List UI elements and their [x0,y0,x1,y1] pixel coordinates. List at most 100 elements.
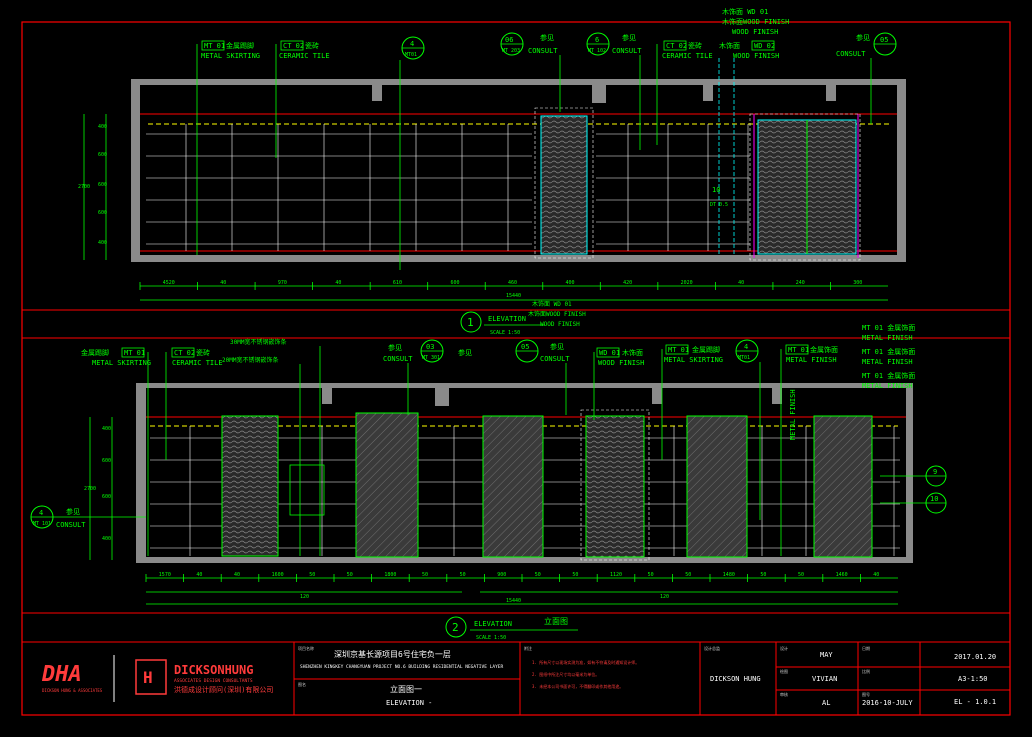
svg-text:120: 120 [300,594,309,600]
total-dim-1: 15440 [506,293,521,299]
svg-text:120: 120 [660,594,669,600]
date: 2016-10-JULY [862,699,913,707]
svg-text:4: 4 [410,40,414,48]
callout-mt01: MT 01 [204,42,225,50]
svg-text:MT 102: MT 102 [588,48,606,54]
svg-text:金属饰面: 金属饰面 [810,345,838,354]
svg-text:CERAMIC TILE: CERAMIC TILE [172,359,223,367]
svg-text:METAL FINISH: METAL FINISH [862,358,913,366]
svg-text:图名: 图名 [298,681,306,687]
door-panel-1 [540,115,588,255]
svg-text:3. 未经本公司书面许可，不得翻印或作其他用途。: 3. 未经本公司书面许可，不得翻印或作其他用途。 [532,683,623,689]
svg-text:30MM宽不锈钢嵌饰条: 30MM宽不锈钢嵌饰条 [230,338,286,346]
dimension-label: 1570 [159,572,171,578]
svg-text:SCALE 1:50: SCALE 1:50 [490,330,520,336]
svg-text:金属踢脚: 金属踢脚 [692,345,720,354]
drawing-name: 立面图一 [390,684,422,694]
dimension-label: 400 [566,280,575,286]
svg-text:1. 所有尺寸以现场实测为准，如有不符请及时通知设计师。: 1. 所有尺寸以现场实测为准，如有不符请及时通知设计师。 [532,659,639,665]
svg-text:SHENZHEN KINGKEY CHANGYUAN PRO: SHENZHEN KINGKEY CHANGYUAN PROJECT NO.6 … [300,664,503,670]
svg-text:2700: 2700 [84,486,96,492]
svg-text:CONSULT: CONSULT [383,355,413,363]
dimension-label: 2020 [681,280,693,286]
svg-text:AL: AL [822,699,830,707]
svg-text:附注: 附注 [524,645,532,651]
svg-text:图号: 图号 [862,691,870,697]
svg-text:4: 4 [39,509,43,517]
svg-text:4: 4 [744,343,748,351]
svg-text:05: 05 [521,343,529,351]
svg-text:WD 01: WD 01 [599,349,620,357]
dimension-label: 970 [278,280,287,286]
svg-text:MAY: MAY [820,651,833,659]
svg-text:2: 2 [452,621,459,634]
svg-text:MT 203: MT 203 [502,48,520,54]
callout-ct02-b: CT 02 [666,42,687,50]
svg-text:MT 01: MT 01 [124,349,145,357]
callout-wd01: 木饰面 [719,41,740,50]
svg-text:日期: 日期 [862,645,870,651]
dimension-label: 40 [335,280,341,286]
svg-text:DICKSON HUNG & ASSOCIATES: DICKSON HUNG & ASSOCIATES [42,688,103,693]
svg-text:CONSULT: CONSULT [528,47,558,55]
svg-text:木饰面: 木饰面 [622,348,643,357]
svg-text:设计总监: 设计总监 [704,645,720,651]
total-dim-2: 15440 [506,598,521,604]
dimension-label: 50 [648,572,654,578]
dimension-label: 50 [798,572,804,578]
dimension-label: 4520 [163,280,175,286]
svg-text:ELEVATION: ELEVATION [488,315,526,323]
svg-text:设计: 设计 [780,645,788,651]
svg-text:CT 02: CT 02 [174,349,195,357]
svg-text:ELEVATION -: ELEVATION - [386,699,432,707]
svg-text:瓷砖: 瓷砖 [688,41,702,50]
dimension-label: 50 [535,572,541,578]
svg-text:CONSULT: CONSULT [540,355,570,363]
svg-text:METAL FINISH: METAL FINISH [862,334,913,342]
dimension-label: 50 [685,572,691,578]
svg-text:WOOD FINISH: WOOD FINISH [732,28,778,36]
svg-text:WOOD FINISH: WOOD FINISH [598,359,644,367]
dimension-label: 1480 [723,572,735,578]
svg-text:立面图: 立面图 [544,616,568,626]
door-panel-b [355,412,419,558]
dimension-label: 40 [873,572,879,578]
svg-text:MT 01 金属饰面: MT 01 金属饰面 [862,347,915,356]
dimension-label: 1460 [836,572,848,578]
svg-text:METAL SKIRTING: METAL SKIRTING [92,359,151,367]
svg-text:600: 600 [102,494,111,500]
svg-text:METAL FINISH: METAL FINISH [862,382,913,390]
svg-text:比例: 比例 [862,668,870,674]
svg-text:瓷砖: 瓷砖 [196,348,210,357]
svg-text:参见: 参见 [458,348,472,357]
callout-ct02: CT 02 [283,42,304,50]
svg-text:METAL SKIRTING: METAL SKIRTING [201,52,260,60]
svg-text:9: 9 [933,468,937,476]
svg-text:MT 01 金属饰面: MT 01 金属饰面 [862,323,915,332]
svg-text:H: H [143,668,153,687]
svg-text:MT 01: MT 01 [668,346,689,354]
svg-text:DT 0.5: DT 0.5 [710,202,728,208]
svg-text:参见: 参见 [856,33,870,42]
svg-text:MT 01 金属饰面: MT 01 金属饰面 [862,371,915,380]
door-panel-e [686,415,748,558]
scale-value: A3-1:50 [958,675,988,683]
svg-text:SCALE 1:50: SCALE 1:50 [476,635,506,641]
dimension-label: 40 [220,280,226,286]
dimension-label: 50 [309,572,315,578]
svg-text:06: 06 [505,36,513,44]
svg-text:CONSULT: CONSULT [612,47,642,55]
svg-text:400: 400 [102,536,111,542]
svg-text:METAL SKIRTING: METAL SKIRTING [664,356,723,364]
svg-text:绘图: 绘图 [780,668,788,674]
svg-text:木饰面 WD 01: 木饰面 WD 01 [532,300,572,308]
svg-text:400: 400 [98,240,107,246]
svg-text:20MM宽不锈钢嵌饰条: 20MM宽不锈钢嵌饰条 [222,356,278,364]
svg-text:ASSOCIATES DESIGN CONSULTANTS: ASSOCIATES DESIGN CONSULTANTS [174,678,253,684]
svg-text:10: 10 [930,495,938,503]
dimension-label: 40 [738,280,744,286]
svg-text:2. 图纸中所注尺寸均以毫米为单位。: 2. 图纸中所注尺寸均以毫米为单位。 [532,671,599,677]
project-name: 深圳京基长源项目6号住宅负一层 [334,649,451,659]
svg-text:参见: 参见 [66,507,80,516]
svg-text:CERAMIC TILE: CERAMIC TILE [279,52,330,60]
